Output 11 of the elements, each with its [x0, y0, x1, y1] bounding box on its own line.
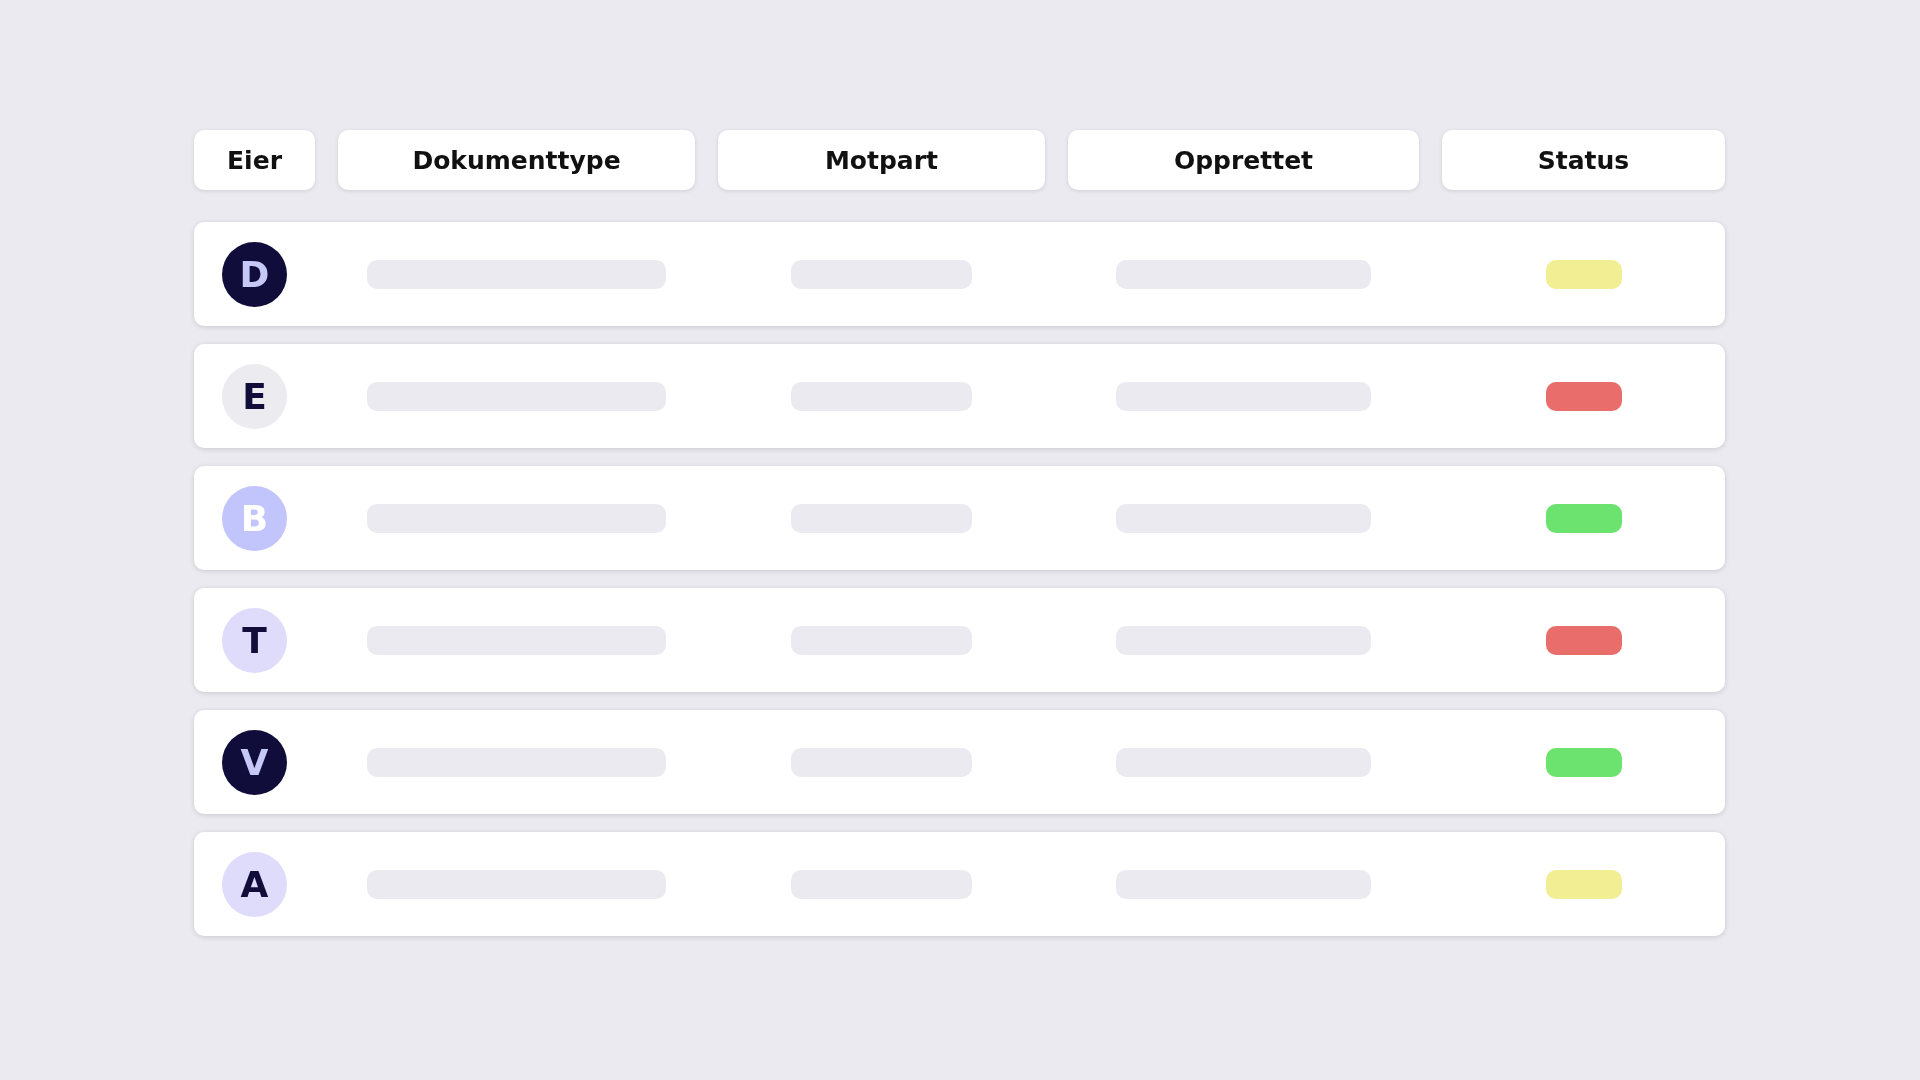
column-header: Eier	[194, 130, 315, 190]
owner-avatar: B	[222, 485, 287, 551]
column-header: Motpart	[718, 130, 1045, 190]
owner-avatar: A	[222, 851, 287, 917]
owner-avatar: T	[222, 607, 287, 673]
owner-avatar: E	[222, 363, 287, 429]
owner-avatar: V	[222, 729, 287, 795]
owner-avatar: D	[222, 241, 287, 307]
column-header: Dokumenttype	[338, 130, 695, 190]
column-header: Opprettet	[1068, 130, 1419, 190]
column-header: Status	[1442, 130, 1725, 190]
